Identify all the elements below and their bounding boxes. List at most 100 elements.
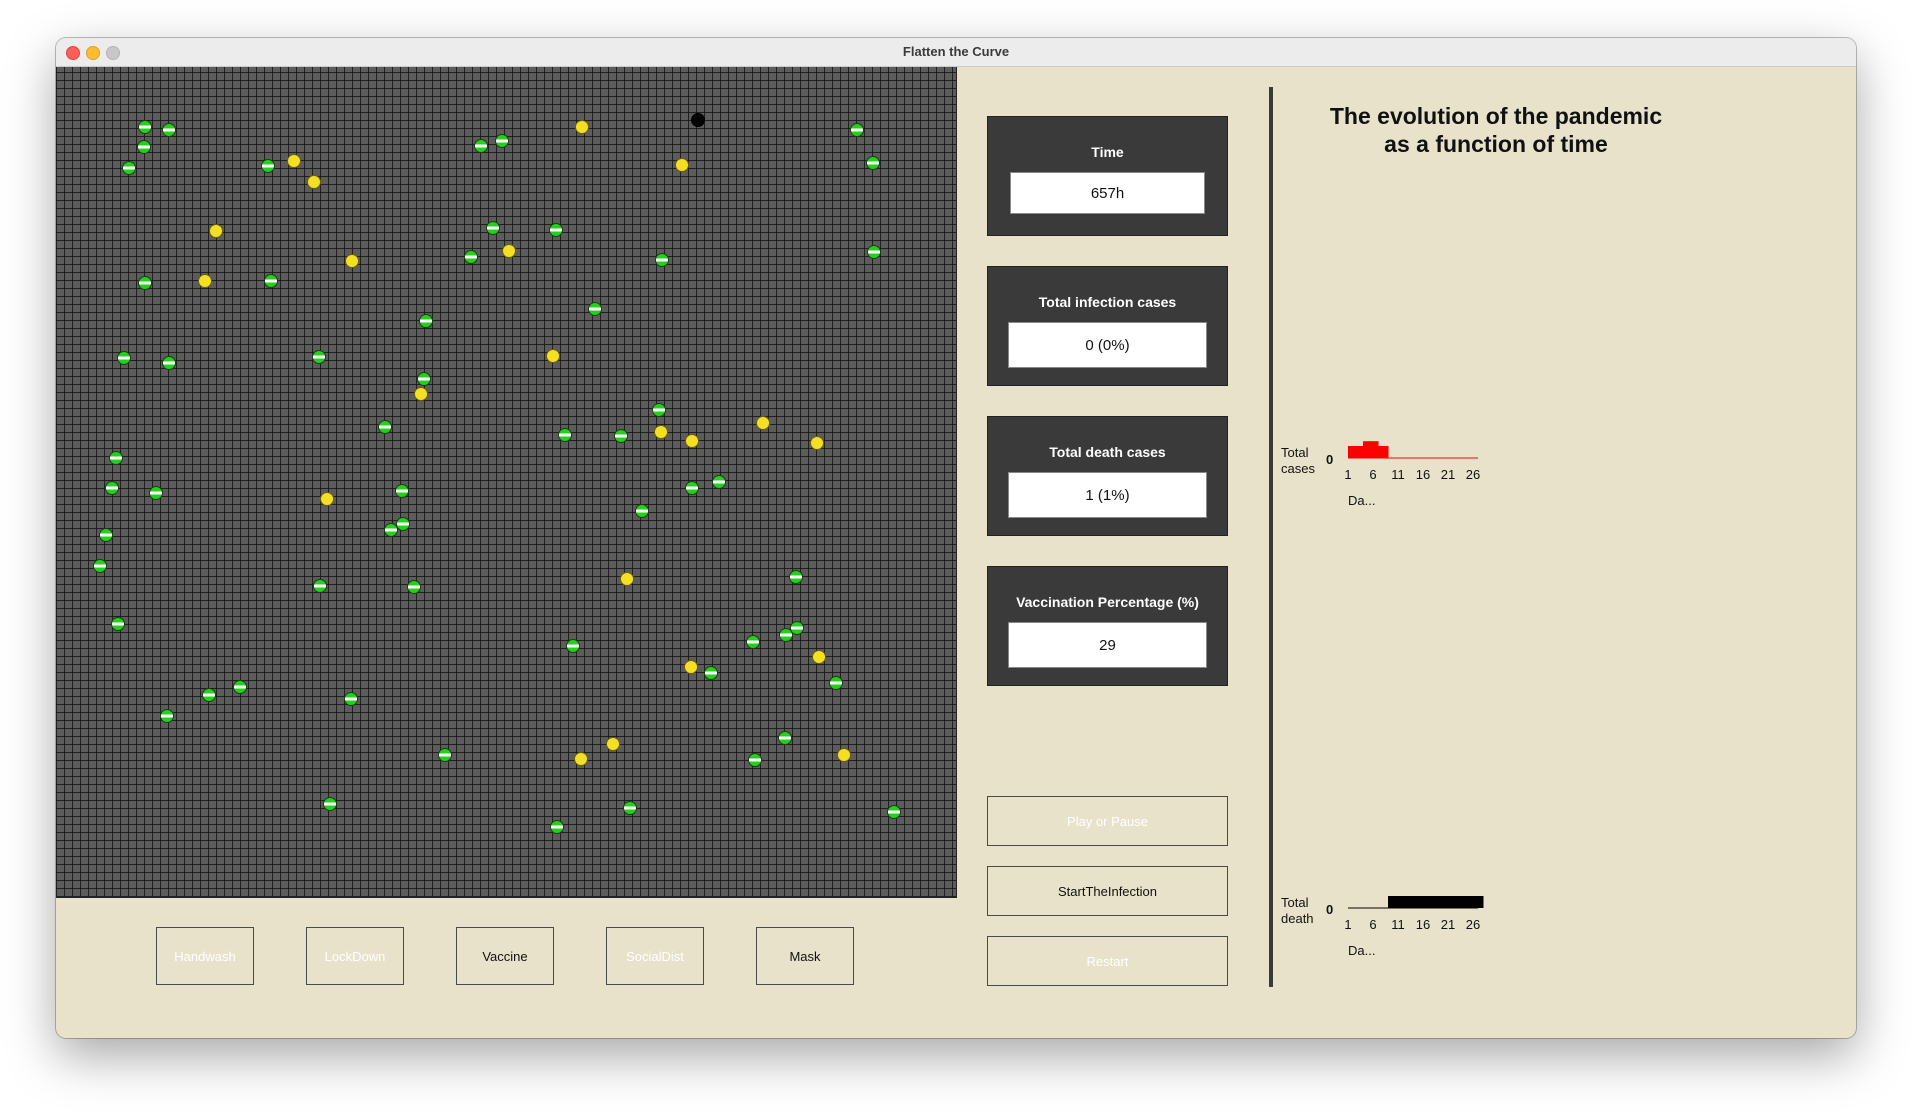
mask-button[interactable]: Mask <box>756 927 854 985</box>
vaccination-label: Vaccination Percentage (%) <box>1016 594 1199 610</box>
death-bar-day-15 <box>1418 896 1424 908</box>
person-healthy <box>138 120 152 134</box>
chart-title-line-2: as a function of time <box>1384 131 1608 157</box>
death-bar-day-19 <box>1438 896 1444 908</box>
death-bar-day-9 <box>1388 896 1394 908</box>
play-pause-button[interactable]: Play or Pause <box>987 796 1228 846</box>
person-healthy <box>789 570 803 584</box>
time-panel: Time 657h <box>987 116 1228 236</box>
person-recovered <box>320 492 334 506</box>
person-healthy <box>790 621 804 635</box>
infection-cases-panel: Total infection cases 0 (0%) <box>987 266 1228 386</box>
person-healthy <box>264 274 278 288</box>
cases-ylabel-line-1: Total <box>1281 445 1309 460</box>
person-recovered <box>675 158 689 172</box>
person-healthy <box>407 580 421 594</box>
death-xtick-label: 11 <box>1391 917 1405 932</box>
death-ylabel-line-2: death <box>1281 911 1314 926</box>
person-healthy <box>160 709 174 723</box>
person-healthy <box>558 428 572 442</box>
window-title: Flatten the Curve <box>902 44 1010 59</box>
person-recovered <box>345 254 359 268</box>
restart-button[interactable]: Restart <box>987 936 1228 986</box>
person-recovered <box>414 387 428 401</box>
infection-cases-label: Total infection cases <box>1038 294 1177 310</box>
person-healthy <box>655 253 669 267</box>
person-healthy <box>614 429 628 443</box>
person-recovered <box>812 650 826 664</box>
person-healthy <box>105 481 119 495</box>
death-bar-day-12 <box>1403 896 1409 908</box>
cases-xtick-label: 1 <box>1344 467 1351 482</box>
cases-bar-day-5 <box>1368 441 1374 458</box>
death-xtick-label: 16 <box>1416 917 1430 932</box>
person-healthy <box>384 523 398 537</box>
death-bar-day-21 <box>1448 896 1454 908</box>
person-healthy <box>117 351 131 365</box>
death-xtick-label: 1 <box>1344 917 1351 932</box>
handwash-button[interactable]: Handwash <box>156 927 254 985</box>
person-recovered <box>654 425 668 439</box>
cases-bar-day-2 <box>1353 446 1359 458</box>
person-recovered <box>209 224 223 238</box>
person-recovered <box>502 244 516 258</box>
person-healthy <box>495 134 509 148</box>
social-distancing-button[interactable]: SocialDist <box>606 927 704 985</box>
death-ylabel-line-1: Total <box>1281 895 1309 910</box>
vaccine-button[interactable]: Vaccine <box>456 927 554 985</box>
person-healthy <box>202 688 216 702</box>
person-recovered <box>756 416 770 430</box>
death-cases-value: 1 (1%) <box>1008 472 1207 518</box>
person-healthy <box>162 123 176 137</box>
person-recovered <box>685 434 699 448</box>
person-healthy <box>233 680 247 694</box>
chart-title: The evolution of the pandemic as a funct… <box>1296 102 1696 158</box>
person-healthy <box>549 223 563 237</box>
chart-title-line-1: The evolution of the pandemic <box>1329 103 1663 129</box>
person-recovered <box>307 175 321 189</box>
death-xtick-label: 21 <box>1441 917 1455 932</box>
cases-bar-day-7 <box>1378 446 1384 458</box>
person-recovered <box>837 748 851 762</box>
person-dead <box>691 113 705 127</box>
person-healthy <box>99 528 113 542</box>
person-healthy <box>866 156 880 170</box>
person-recovered <box>620 572 634 586</box>
person-healthy <box>704 666 718 680</box>
person-recovered <box>287 154 301 168</box>
death-bar-day-16 <box>1423 896 1429 908</box>
person-recovered <box>810 436 824 450</box>
person-recovered <box>546 349 560 363</box>
cases-xtick-label: 11 <box>1391 467 1405 482</box>
death-cases-panel: Total death cases 1 (1%) <box>987 416 1228 536</box>
simulation-grid <box>56 67 957 898</box>
person-recovered <box>684 660 698 674</box>
death-chart: 1 6 11 16 21 26Da... <box>1344 896 1484 958</box>
death-bar-day-25 <box>1468 896 1474 908</box>
cases-xtick-label: 16 <box>1416 467 1430 482</box>
person-healthy <box>566 639 580 653</box>
cases-xtick-label: 26 <box>1466 467 1480 482</box>
cases-bar-day-8 <box>1383 446 1389 458</box>
start-infection-button[interactable]: StartTheInfection <box>987 866 1228 916</box>
death-bar-day-24 <box>1463 896 1469 908</box>
person-recovered <box>606 737 620 751</box>
person-healthy <box>438 748 452 762</box>
person-healthy <box>887 805 901 819</box>
cases-bar-day-6 <box>1373 441 1379 458</box>
cases-xtick-label: 21 <box>1441 467 1455 482</box>
person-healthy <box>850 123 864 137</box>
person-healthy <box>109 451 123 465</box>
person-healthy <box>313 579 327 593</box>
death-cases-label: Total death cases <box>1049 444 1166 460</box>
person-healthy <box>685 481 699 495</box>
person-healthy <box>344 692 358 706</box>
cases-bar-day-1 <box>1348 446 1354 458</box>
person-healthy <box>635 504 649 518</box>
person-healthy <box>550 820 564 834</box>
app-window: Flatten the Curve Handwash LockDown Vacc… <box>56 38 1856 1038</box>
lockdown-button[interactable]: LockDown <box>306 927 404 985</box>
person-healthy <box>122 161 136 175</box>
person-healthy <box>623 801 637 815</box>
person-healthy <box>746 635 760 649</box>
